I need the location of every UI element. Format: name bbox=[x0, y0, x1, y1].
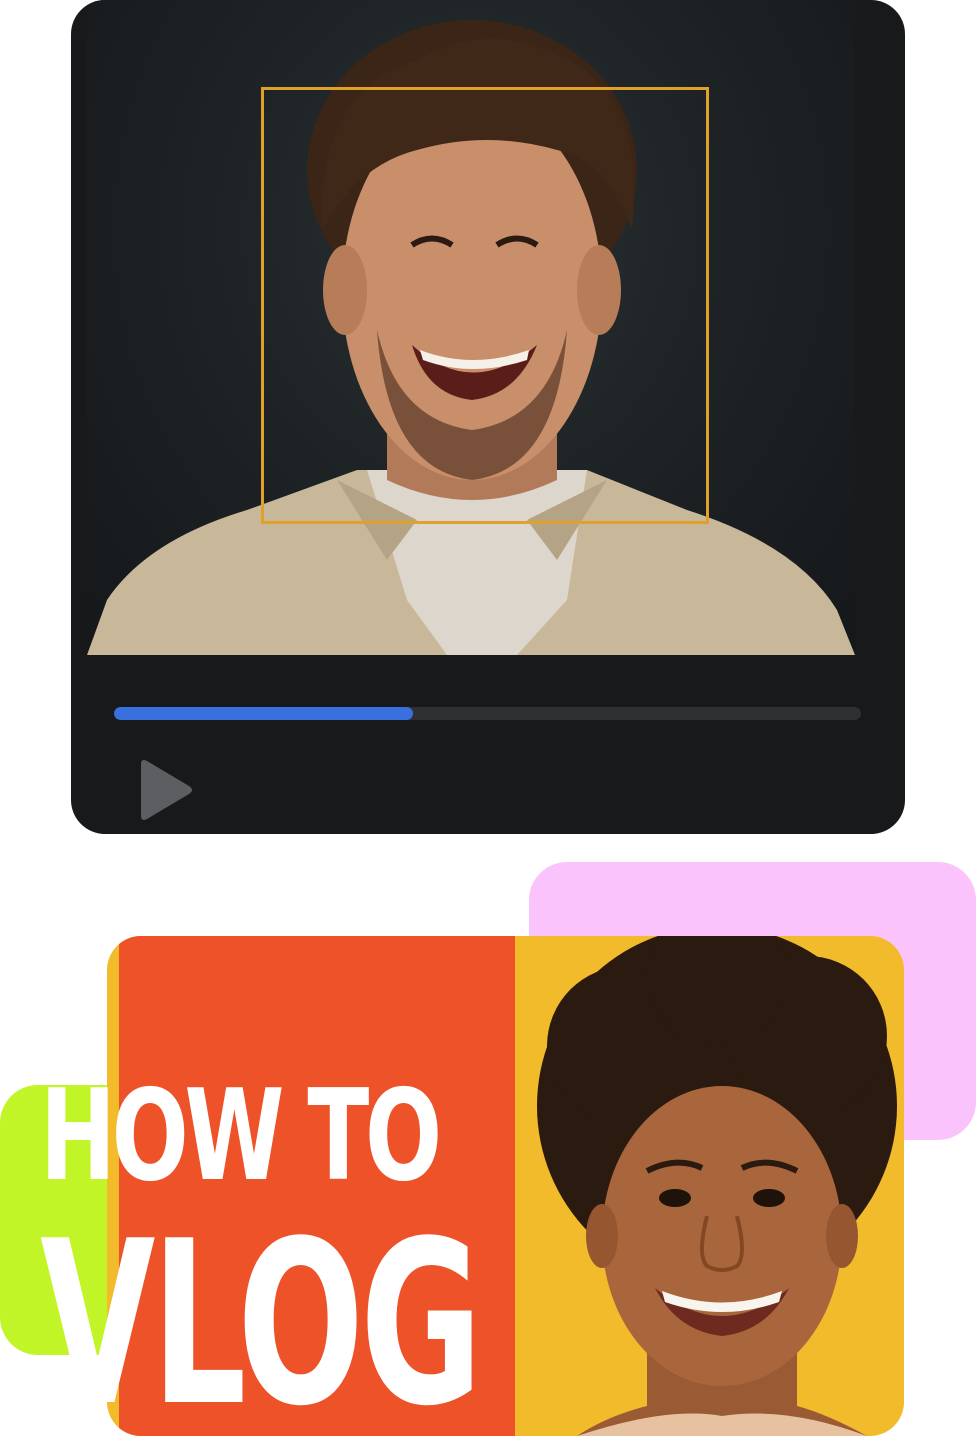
headline-line-2: VLOG bbox=[40, 1193, 483, 1456]
face-detection-box bbox=[261, 87, 709, 524]
progress-fill bbox=[114, 707, 413, 720]
video-frame[interactable] bbox=[87, 0, 855, 655]
progress-bar[interactable] bbox=[114, 707, 861, 720]
headline-line-1: HOW TO bbox=[40, 1062, 442, 1209]
play-icon bbox=[141, 760, 192, 820]
video-player bbox=[71, 0, 905, 834]
play-button[interactable] bbox=[135, 758, 195, 822]
